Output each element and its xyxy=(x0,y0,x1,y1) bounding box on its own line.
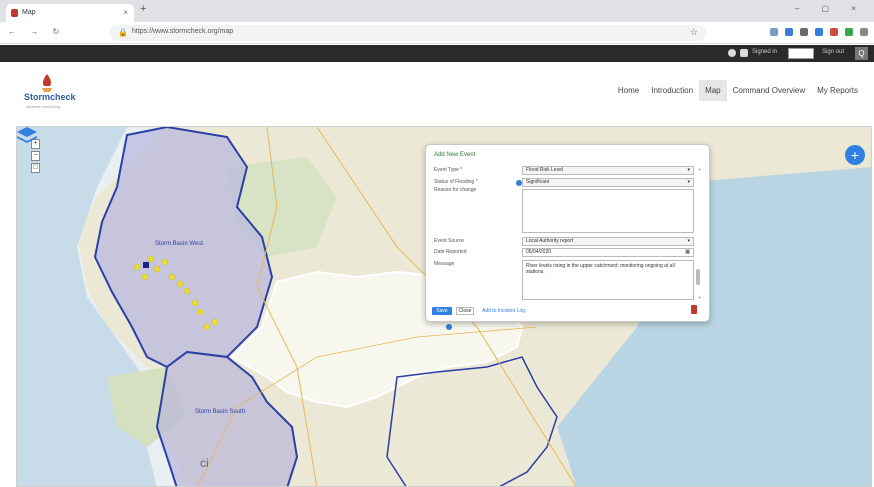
nav-introduction[interactable]: Introduction xyxy=(645,80,699,101)
menu-icon[interactable] xyxy=(860,28,868,36)
extension-icon[interactable] xyxy=(785,28,793,36)
logo-icon[interactable] xyxy=(40,74,54,92)
url-bar[interactable]: 🔒 https://www.stormcheck.org/map ☆ xyxy=(110,25,706,41)
fullscreen-button[interactable]: □ xyxy=(31,163,40,173)
region-label-south: Storm Basin South xyxy=(195,409,246,415)
extension-icon[interactable] xyxy=(845,28,853,36)
tab-close-icon[interactable]: × xyxy=(123,4,128,22)
side-control[interactable]: + xyxy=(698,167,701,173)
field-label: Event Type * xyxy=(434,167,463,173)
site-search-input[interactable] xyxy=(788,48,814,59)
layers-icon[interactable] xyxy=(17,127,37,145)
field-label: Event Source xyxy=(434,238,465,244)
extension-icon[interactable] xyxy=(815,28,823,36)
star-icon[interactable]: ☆ xyxy=(690,27,698,38)
extension-icon[interactable] xyxy=(800,28,808,36)
add-button[interactable]: + xyxy=(845,145,865,165)
main-nav: Home Introduction Map Command Overview M… xyxy=(612,80,864,101)
url-text: https://www.stormcheck.org/map xyxy=(132,28,234,35)
trash-icon[interactable] xyxy=(691,305,697,314)
user-label[interactable]: Signed in xyxy=(752,49,777,55)
sign-out-link[interactable]: Sign out xyxy=(822,49,844,55)
date-reported-input[interactable]: 05/04/2020 ▦ xyxy=(522,248,694,257)
incident-log-link[interactable]: Add to Incident Log xyxy=(482,308,525,314)
date-reported-value: 05/04/2020 xyxy=(526,249,552,255)
field-label: Date Reported xyxy=(434,249,467,255)
chevron-down-icon: ▾ xyxy=(687,179,690,185)
address-bar-row: ← → ↻ 🔒 https://www.stormcheck.org/map ☆ xyxy=(0,22,874,44)
event-type-value: Flood Risk Level xyxy=(526,167,563,173)
popup-title: Add New Event xyxy=(434,152,476,158)
save-button[interactable]: Save xyxy=(432,307,452,315)
extension-icons xyxy=(770,28,868,36)
help-icon[interactable] xyxy=(728,49,736,57)
browser-tabstrip: Map × + – ▢ × xyxy=(0,0,874,22)
region-label-west: Storm Basin West xyxy=(155,241,203,247)
reason-textarea[interactable] xyxy=(522,189,694,233)
field-label: Status of Flooding * xyxy=(434,179,478,185)
event-type-select[interactable]: Flood Risk Level ▾ xyxy=(522,166,694,175)
logo-tagline: weather monitoring xyxy=(26,104,61,109)
window-controls[interactable]: – ▢ × xyxy=(795,4,866,13)
search-icon[interactable]: Q xyxy=(855,47,868,60)
field-label: Reason for change xyxy=(434,187,477,193)
message-textarea[interactable]: River levels rising in the upper catchme… xyxy=(522,260,694,300)
site-header: Stormcheck weather monitoring Home Intro… xyxy=(0,62,874,124)
favicon-icon xyxy=(11,9,18,17)
field-label: Message xyxy=(434,261,455,267)
side-control[interactable]: + xyxy=(698,295,701,301)
extension-icon[interactable] xyxy=(770,28,778,36)
browser-nav-buttons[interactable]: ← → ↻ xyxy=(8,27,65,36)
extension-icon[interactable] xyxy=(830,28,838,36)
nav-my-reports[interactable]: My Reports xyxy=(811,80,864,101)
chevron-down-icon: ▾ xyxy=(687,238,690,244)
lock-icon: 🔒 xyxy=(118,28,128,37)
close-button[interactable]: Close xyxy=(456,307,474,315)
flooding-status-select[interactable]: Significant ▾ xyxy=(522,178,694,187)
zoom-out-button[interactable]: − xyxy=(31,151,40,161)
new-tab-button[interactable]: + xyxy=(140,3,146,15)
event-source-value: Local Authority report xyxy=(526,238,574,244)
chevron-down-icon: ▾ xyxy=(687,167,690,173)
event-source-select[interactable]: Local Authority report ▾ xyxy=(522,237,694,246)
tab-title: Map xyxy=(22,9,36,16)
scrollbar[interactable] xyxy=(696,269,700,285)
calendar-icon[interactable]: ▦ xyxy=(685,249,690,256)
nav-command-overview[interactable]: Command Overview xyxy=(727,80,811,101)
settings-icon[interactable] xyxy=(740,49,748,57)
site-topbar: Signed in Sign out Q xyxy=(0,45,874,62)
event-popup: Add New Event Event Type * Flood Risk Le… xyxy=(425,144,710,322)
nav-map[interactable]: Map xyxy=(699,80,727,101)
nav-home[interactable]: Home xyxy=(612,80,645,101)
logo-text[interactable]: Stormcheck xyxy=(24,92,76,102)
browser-tab[interactable]: Map × xyxy=(6,4,134,22)
clipped-text: ci xyxy=(200,456,209,470)
flooding-status-value: Significant xyxy=(526,179,550,185)
